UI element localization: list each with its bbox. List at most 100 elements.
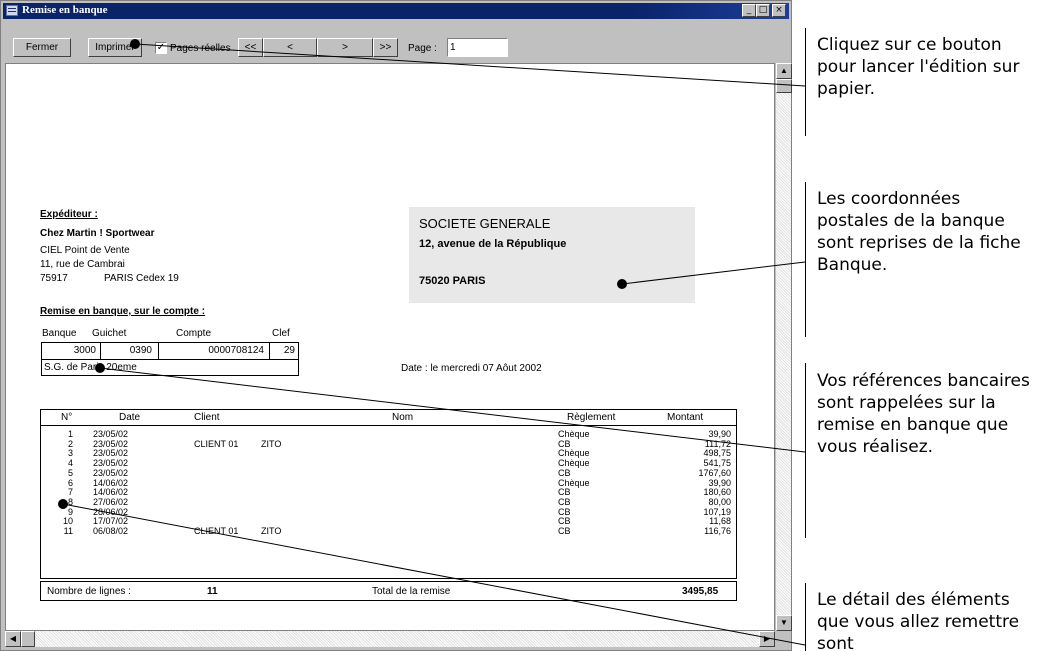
cell-amount: 116,76	[704, 526, 731, 536]
sender-city: PARIS Cedex 19	[104, 273, 179, 284]
sender-heading: Expéditeur :	[40, 209, 98, 220]
branch-code: 0390	[129, 345, 152, 356]
cell-payment: CB	[558, 438, 571, 449]
close-button[interactable]: Fermer	[13, 38, 71, 57]
bank-code: 3000	[73, 345, 96, 356]
col-name: Nom	[392, 412, 414, 423]
cell-amount: 498,75	[703, 448, 731, 459]
last-page-button[interactable]: >>	[373, 38, 398, 57]
cell-date: 14/06/02	[93, 477, 129, 488]
branch-code-label: Guichet	[92, 328, 127, 339]
cell-num: 6	[67, 477, 73, 488]
cell-amount: 39,90	[708, 429, 731, 439]
cell-amount: 11,68	[709, 516, 731, 527]
sender-name: Chez Martin ! Sportwear	[40, 228, 155, 239]
checkbox-box[interactable]: ✓	[155, 42, 167, 54]
sender-zip: 75917	[40, 273, 68, 284]
cell-payment: CB	[558, 496, 571, 507]
cell-date: 14/06/02	[93, 487, 129, 498]
remittance-table: N° Date Client Nom Règlement Montant 1 23…	[40, 409, 737, 579]
lines-count-label: Nombre de lignes :	[47, 586, 131, 597]
next-page-button[interactable]: >	[317, 38, 373, 57]
real-pages-checkbox[interactable]: ✓ Pages réelles	[155, 40, 231, 56]
cell-amount: 541,75	[703, 458, 731, 469]
cell-date: 23/05/02	[93, 429, 129, 439]
bank-address-box: SOCIETE GENERALE 12, avenue de la Républ…	[409, 207, 695, 303]
prev-page-button[interactable]: <	[263, 38, 317, 57]
scroll-right-button[interactable]: ▶	[759, 631, 775, 647]
cell-num: 3	[67, 448, 73, 459]
cell-client: CLIENT 01	[194, 438, 239, 449]
close-window-button[interactable]: ×	[772, 4, 786, 17]
cell-name: ZITO	[261, 526, 282, 536]
horizontal-scrollbar[interactable]: ◀ ▶	[5, 631, 775, 647]
bank-agency: S.G. de Paris 20eme	[44, 362, 137, 373]
total-label: Total de la remise	[372, 586, 451, 597]
first-page-button[interactable]: <<	[238, 38, 263, 57]
cell-num: 7	[67, 487, 73, 498]
cell-date: 28/06/02	[93, 506, 129, 517]
maximize-button[interactable]: □	[756, 4, 770, 17]
cell-num: 1	[67, 429, 73, 439]
col-num: N°	[61, 412, 73, 423]
scroll-down-button[interactable]: ▼	[776, 615, 792, 631]
account-heading: Remise en banque, sur le compte :	[40, 306, 206, 317]
cell-amount: 180,60	[703, 487, 731, 498]
table-row: 7 14/06/02 CB 180,60	[41, 487, 736, 498]
cell-num: 8	[67, 496, 73, 507]
cell-payment: CB	[558, 516, 571, 527]
cell-amount: 39,90	[708, 477, 731, 488]
account-box: 3000 0390 0000708124 29 S.G. de Paris 20…	[41, 342, 299, 376]
cell-num: 11	[63, 526, 73, 536]
table-row: 11 06/08/02 CLIENT 01 ZITO CB 116,76	[41, 526, 736, 536]
account-number: 0000708124	[208, 345, 264, 356]
account-key: 29	[283, 345, 295, 356]
sender-line1: CIEL Point de Vente	[40, 245, 130, 256]
sender-line2: 11, rue de Cambrai	[40, 259, 125, 270]
cell-date: 27/06/02	[93, 496, 129, 507]
cell-name: ZITO	[261, 438, 282, 449]
scroll-left-button[interactable]: ◀	[5, 631, 21, 647]
callout-bar	[805, 28, 806, 136]
vertical-scroll-thumb[interactable]	[776, 79, 792, 93]
total-value: 3495,85	[682, 586, 719, 597]
table-row: 4 23/05/02 Chèque 541,75	[41, 458, 736, 469]
cell-payment: Chèque	[558, 448, 590, 459]
callout-bank: Les coordonnées postales de la banque so…	[817, 189, 1021, 275]
cell-date: 23/05/02	[93, 467, 129, 478]
cell-payment: CB	[558, 526, 571, 536]
table-header: N° Date Client Nom Règlement Montant	[41, 410, 736, 426]
cell-date: 23/05/02	[93, 438, 129, 449]
minimize-button[interactable]: _	[742, 4, 756, 17]
vertical-scrollbar[interactable]: ▲ ▼	[775, 63, 792, 631]
report-window: Remise en banque _ □ × Fermer Imprimer ✓…	[0, 0, 792, 651]
table-row: 8 27/06/02 CB 80,00	[41, 496, 736, 507]
col-client: Client	[194, 412, 220, 423]
table-row: 1 23/05/02 Chèque 39,90	[41, 429, 736, 439]
table-row: 10 17/07/02 CB 11,68	[41, 516, 736, 527]
bank-city: 75020 PARIS	[419, 275, 486, 287]
cell-payment: Chèque	[558, 477, 590, 488]
table-footer: Nombre de lignes : 11 Total de la remise…	[40, 581, 737, 601]
callout-bar	[805, 363, 806, 538]
cell-date: 06/08/02	[93, 526, 129, 536]
cell-amount: 1767,60	[698, 467, 731, 478]
col-date: Date	[119, 412, 141, 423]
window-title: Remise en banque	[22, 4, 108, 16]
bank-address: 12, avenue de la République	[419, 238, 567, 250]
toolbar: Fermer Imprimer ✓ Pages réelles << < > >…	[3, 21, 789, 61]
callout-print: Cliquez sur ce bouton pour lancer l'édit…	[817, 35, 1020, 99]
horizontal-scroll-thumb[interactable]	[21, 631, 35, 647]
cell-payment: Chèque	[558, 458, 590, 469]
real-pages-label: Pages réelles	[170, 42, 231, 54]
size-grip[interactable]	[775, 631, 791, 647]
table-row: 6 14/06/02 Chèque 39,90	[41, 477, 736, 488]
page-input[interactable]: 1	[447, 38, 508, 57]
cell-payment: CB	[558, 487, 571, 498]
table-row: 9 28/06/02 CB 107,19	[41, 506, 736, 517]
cell-num: 5	[67, 467, 73, 478]
print-button[interactable]: Imprimer	[88, 38, 142, 57]
scroll-up-button[interactable]: ▲	[776, 63, 792, 79]
remittance-date: Date : le mercredi 07 Aôut 2002	[401, 363, 542, 374]
cell-payment: CB	[558, 467, 571, 478]
